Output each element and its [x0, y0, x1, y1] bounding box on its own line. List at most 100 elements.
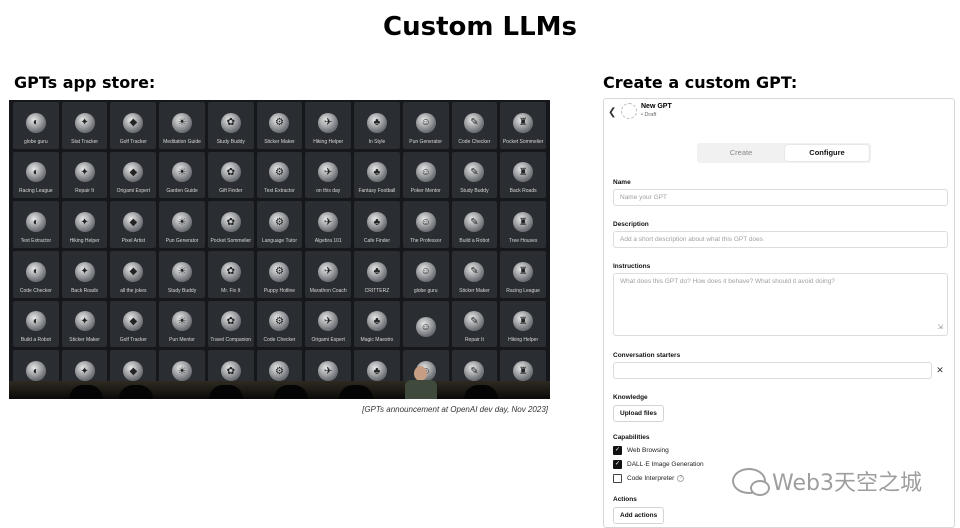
chevron-left-icon[interactable]: ❮: [608, 107, 616, 118]
store-tile-name: Back Roads: [509, 188, 537, 195]
capability-dalle[interactable]: ✓ DALL·E Image Generation: [613, 460, 704, 469]
info-icon[interactable]: ?: [677, 475, 685, 482]
store-tile-grid: ◐ globe guru ✦ Stat Tracker ◆ Golf Tracker ☀ Me…: [11, 100, 548, 399]
store-tile[interactable]: ☺ globe guru: [402, 251, 449, 298]
store-tile[interactable]: ☺ The Professor: [402, 201, 449, 248]
store-tile[interactable]: ◆ all the jokes: [110, 251, 157, 298]
store-tile-name: Repair It: [75, 188, 95, 195]
store-tile[interactable]: ⚙ Sticker Maker: [256, 102, 303, 149]
store-tile[interactable]: ♜ Hiking Helper: [500, 300, 546, 348]
store-tile[interactable]: ♣ In Style: [354, 102, 400, 149]
store-tile-name: Repair It: [464, 337, 484, 344]
store-tile[interactable]: ⚙ Code Checker: [256, 300, 303, 348]
conversation-starter-input[interactable]: [613, 362, 932, 379]
capability-code-interpreter[interactable]: Code Interpreter ?: [613, 474, 685, 483]
resize-handle-icon[interactable]: ⇲: [937, 324, 943, 332]
store-tile-name: Marathon Coach: [309, 287, 347, 294]
store-tile-name: Gift Finder: [219, 188, 243, 195]
capability-web-browsing[interactable]: ✓ Web Browsing: [613, 446, 669, 455]
instructions-textarea[interactable]: What does this GPT do? How does it behav…: [613, 273, 948, 336]
store-tile[interactable]: ☺: [402, 300, 449, 348]
store-tile[interactable]: ◐ Racing League: [13, 151, 59, 199]
gpt-badge-icon: ♣: [366, 361, 387, 381]
store-tile[interactable]: ✦ Repair It: [61, 151, 108, 199]
store-tile[interactable]: ♣ Cafe Finder: [354, 201, 400, 248]
store-tile[interactable]: ⚙ Language Tutor: [256, 201, 303, 248]
store-tile[interactable]: ◐ globe guru: [13, 102, 59, 149]
name-input[interactable]: Name your GPT: [613, 189, 948, 206]
gpt-status: • Draft: [641, 112, 657, 118]
store-tile[interactable]: ☺ Pun Generator: [402, 102, 449, 149]
store-tile-name: Origami Expert: [116, 188, 150, 195]
store-tile[interactable]: ♣ Magic Maestro: [354, 300, 400, 348]
checkmark-icon[interactable]: ✓: [613, 460, 622, 469]
store-tile[interactable]: ✿ Travel Companion: [207, 300, 254, 348]
store-tile[interactable]: ◆ Golf Tracker: [110, 102, 157, 149]
store-tile[interactable]: ✿ Mr. Fix It: [207, 251, 254, 298]
gpt-badge-icon: ✦: [74, 361, 95, 381]
store-tile[interactable]: ✦ Stat Tracker: [61, 102, 108, 149]
store-tile[interactable]: ☀ Garden Guide: [159, 151, 205, 199]
store-tile[interactable]: ♜ Tree Houses: [500, 201, 546, 248]
checkbox-unchecked[interactable]: [613, 474, 622, 483]
store-tile[interactable]: ✈ Hiking Helper: [305, 102, 352, 149]
store-tile-name: Pun Generator: [165, 238, 199, 244]
store-tile[interactable]: ✎ Sticker Maker: [451, 251, 498, 298]
gpt-avatar[interactable]: [621, 103, 637, 119]
store-tile[interactable]: ☀ Meditation Guide: [159, 102, 205, 149]
store-tile[interactable]: ♣ Fantasy Football: [354, 151, 400, 199]
close-icon[interactable]: ✕: [932, 362, 948, 379]
checkmark-icon[interactable]: ✓: [613, 446, 622, 455]
store-tile[interactable]: ✈ Marathon Coach: [305, 251, 352, 298]
gpt-badge-icon: ♣: [366, 212, 387, 232]
store-tile[interactable]: ☺ Poker Mentor: [402, 151, 449, 199]
store-tile[interactable]: ✎ Repair It: [451, 300, 498, 348]
store-tile[interactable]: ✦ Sticker Maker: [61, 300, 108, 348]
store-tile[interactable]: ◆ Golf Tracker: [110, 300, 157, 348]
store-tile[interactable]: ✦ Back Roads: [61, 251, 108, 298]
store-tile-name: Back Roads: [71, 287, 99, 294]
store-tile-name: Study Buddy: [167, 287, 197, 294]
store-tile[interactable]: ✿ Gift Finder: [207, 151, 254, 199]
upload-files-button[interactable]: Upload files: [613, 405, 664, 422]
store-tile-name: Build a Robot: [459, 238, 490, 244]
gpt-badge-icon: ☺: [415, 261, 436, 282]
store-tile[interactable]: ✿ Study Buddy: [207, 102, 254, 149]
store-tile[interactable]: ◆ Origami Expert: [110, 151, 157, 199]
store-tile[interactable]: ♜ Pocket Sommelier: [500, 102, 546, 149]
add-actions-button[interactable]: Add actions: [613, 507, 665, 524]
gpt-badge-icon: ◆: [123, 162, 144, 183]
store-tile[interactable]: ◐ Build a Robot: [13, 300, 59, 348]
store-tile[interactable]: ✎ Study Buddy: [451, 151, 498, 199]
gpt-badge-icon: ◐: [25, 162, 46, 183]
store-tile[interactable]: ⚙ Text Extractor: [256, 151, 303, 199]
store-tile[interactable]: ♣ CRITTERZ: [354, 251, 400, 298]
tab-create[interactable]: Create: [699, 145, 783, 161]
gpt-badge-icon: ✎: [464, 361, 485, 381]
store-tile[interactable]: ☀ Pun Generator: [159, 201, 205, 248]
right-heading: Create a custom GPT:: [603, 73, 798, 92]
store-tile[interactable]: ◆ Pixel Artist: [110, 201, 157, 248]
tab-configure[interactable]: Configure: [785, 145, 869, 161]
store-tile[interactable]: ☀ Pun Mentor: [159, 300, 205, 348]
gpt-badge-icon: ✦: [74, 112, 95, 133]
description-input[interactable]: Add a short description about what this …: [613, 231, 948, 248]
store-tile[interactable]: ✎ Build a Robot: [451, 201, 498, 248]
store-tile[interactable]: ☀ Study Buddy: [159, 251, 205, 298]
store-tile[interactable]: ✈ Algebra 101: [305, 201, 352, 248]
capabilities-label: Capabilities: [613, 434, 650, 441]
store-tile[interactable]: ✈ on this day: [305, 151, 352, 199]
store-tile-name: Language Tutor: [261, 238, 297, 244]
store-tile[interactable]: ✿ Pocket Sommelier: [207, 201, 254, 248]
store-tile[interactable]: ♜ Back Roads: [500, 151, 546, 199]
gpt-badge-icon: ♣: [366, 261, 387, 282]
store-tile[interactable]: ✦ Hiking Helper: [61, 201, 108, 248]
store-tile[interactable]: ✎ Code Checker: [451, 102, 498, 149]
store-tile[interactable]: ◐ Code Checker: [13, 251, 59, 298]
store-tile[interactable]: ◐ Text Extractor: [13, 201, 59, 248]
store-tile[interactable]: ✈ Origami Expert: [305, 300, 352, 348]
store-tile-name: Text Extractor: [20, 238, 52, 244]
store-tile[interactable]: ⚙ Puppy Hotline: [256, 251, 303, 298]
store-tile[interactable]: ♜ Racing League: [500, 251, 546, 298]
gpt-badge-icon: ✈: [318, 112, 339, 133]
